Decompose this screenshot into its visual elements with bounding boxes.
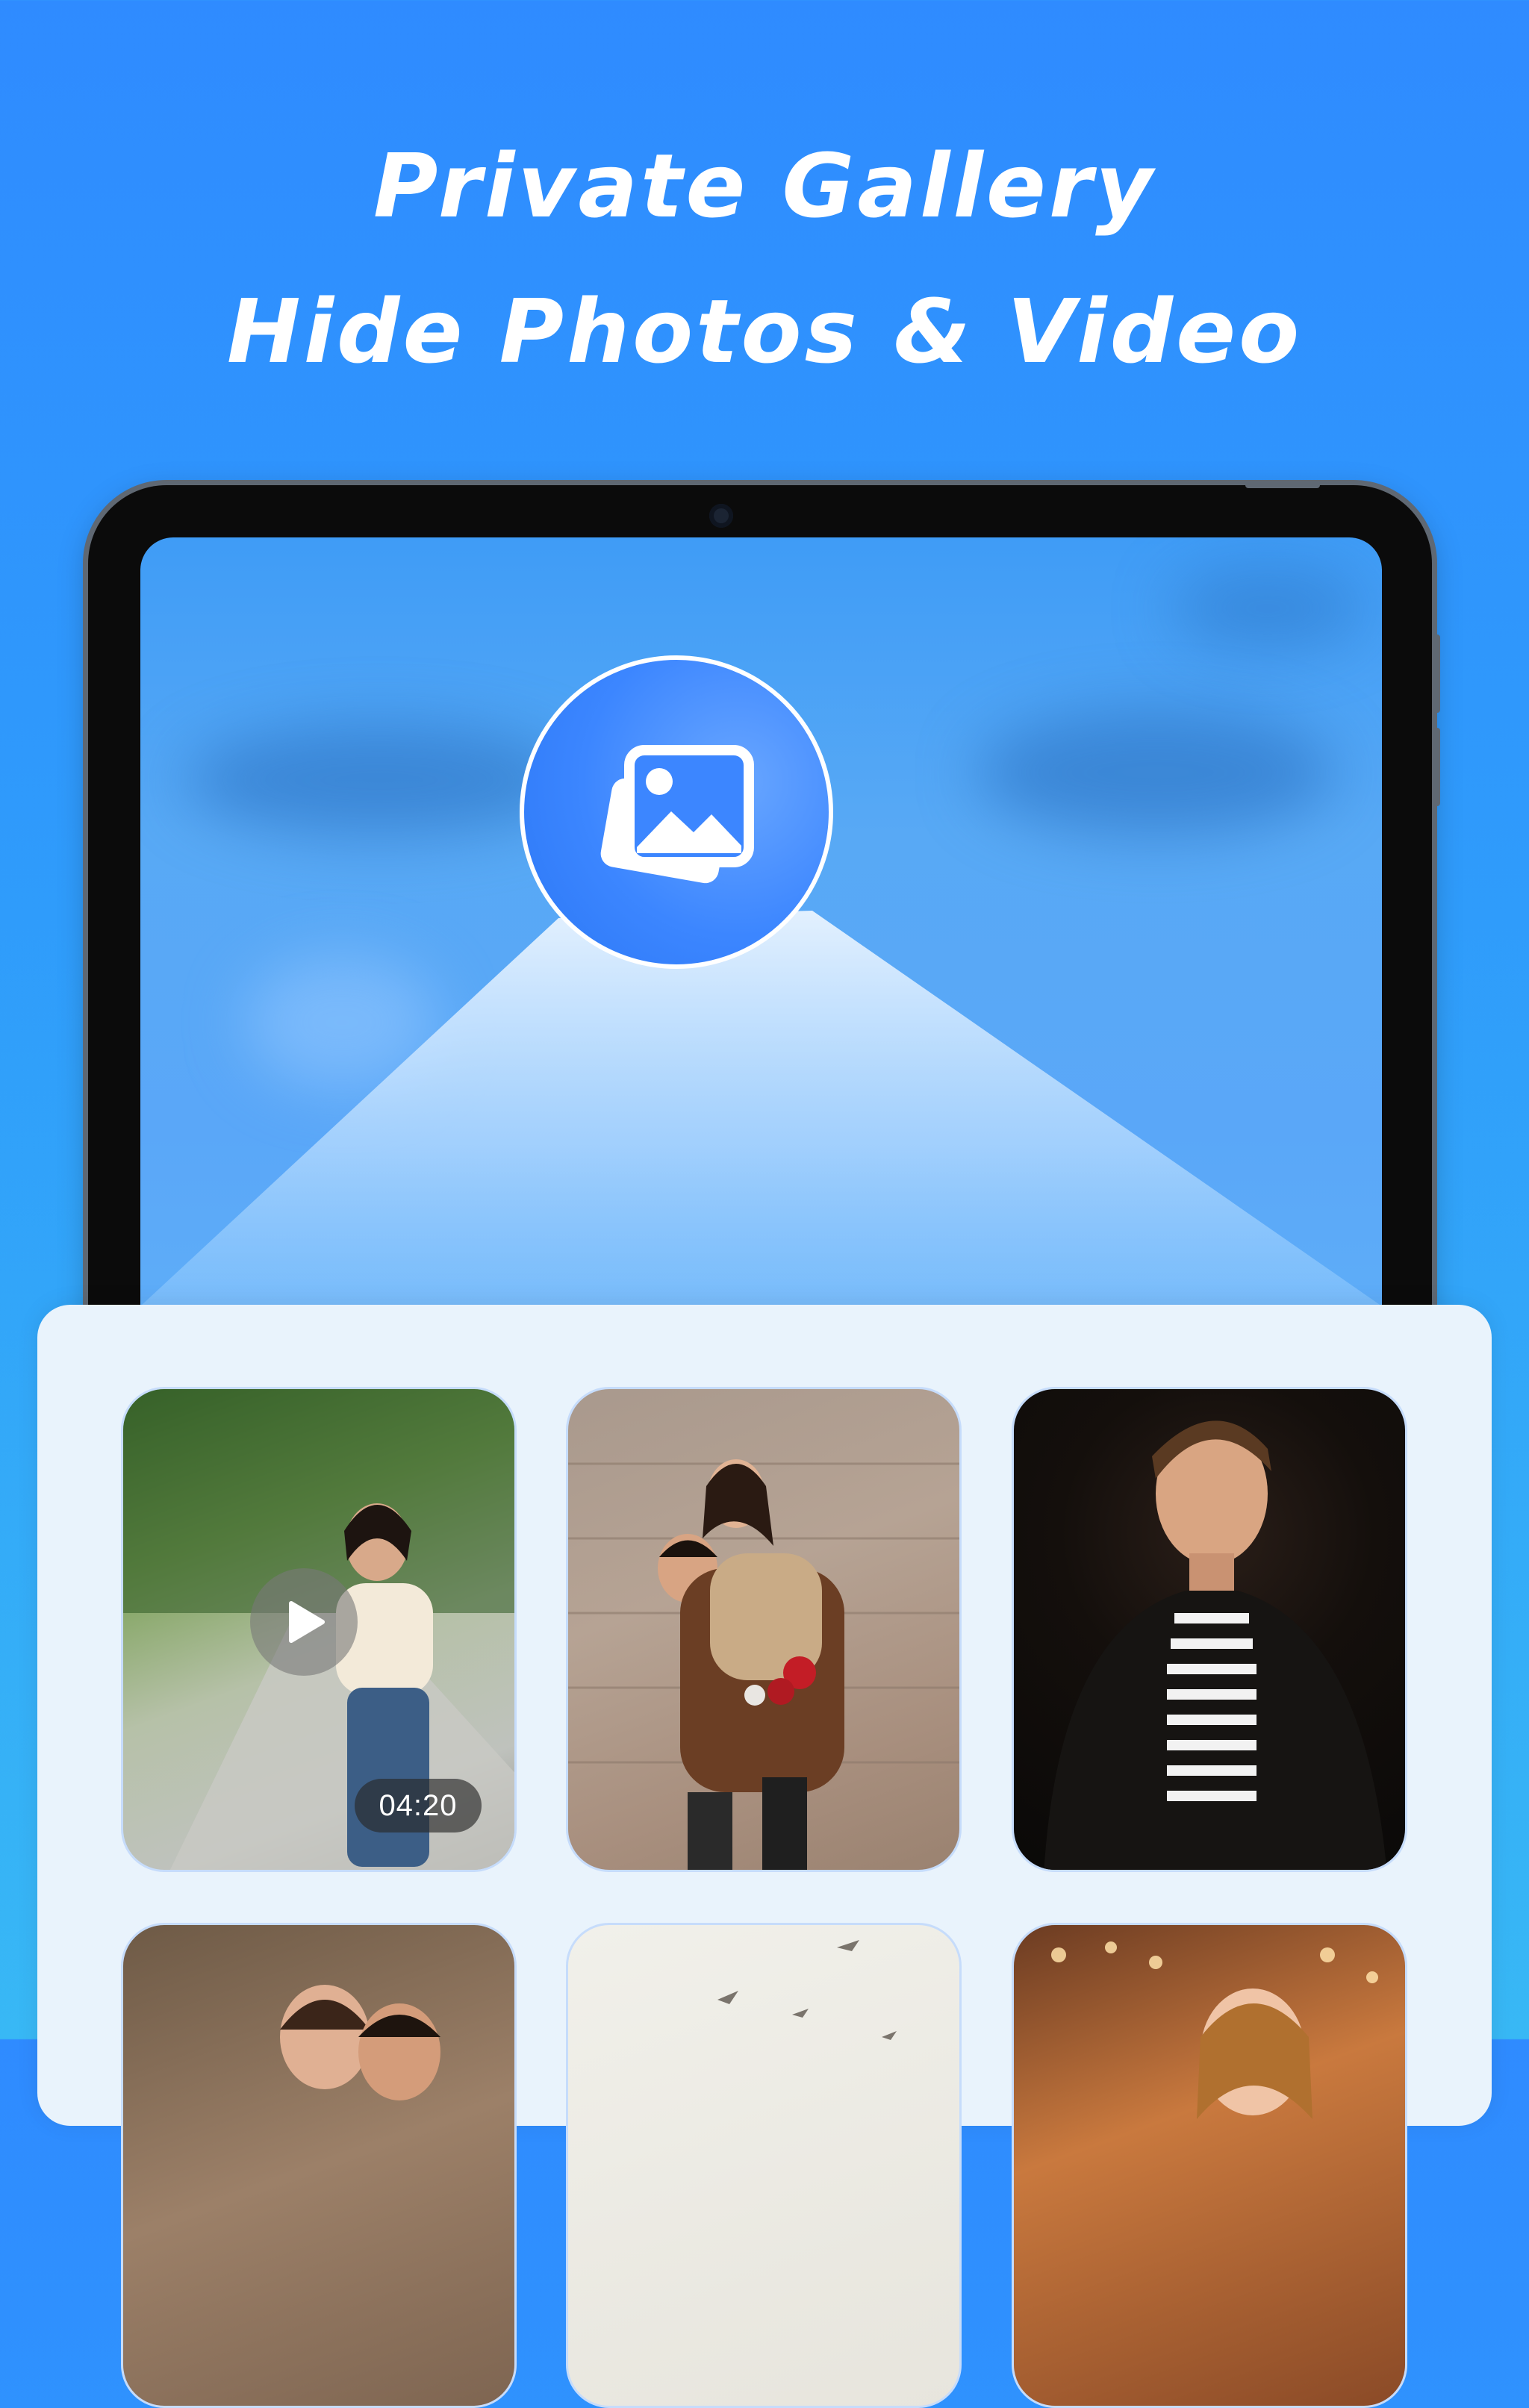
- tablet-power-button: [1245, 481, 1320, 488]
- gallery-item-photo[interactable]: [121, 1923, 517, 2408]
- gallery-item-photo[interactable]: [566, 1923, 962, 2408]
- photo-gallery-icon: [600, 745, 754, 884]
- headline-title: Private Gallery: [373, 134, 1156, 237]
- play-icon: [289, 1601, 325, 1643]
- tablet-volume-down-button: [1433, 728, 1440, 806]
- gallery-panel: 04:20: [37, 1305, 1492, 2408]
- headline-subtitle: Hide Photos & Video: [226, 280, 1303, 383]
- gallery-item-photo[interactable]: [1012, 1387, 1407, 1872]
- app-logo[interactable]: [520, 655, 833, 969]
- video-duration-badge: 04:20: [355, 1779, 482, 1832]
- play-button[interactable]: [250, 1568, 358, 1676]
- gallery-item-video[interactable]: 04:20: [121, 1387, 517, 1872]
- tablet-camera: [709, 504, 733, 528]
- gallery-item-photo[interactable]: [1012, 1923, 1407, 2408]
- tablet-volume-up-button: [1433, 634, 1440, 713]
- gallery-item-photo[interactable]: [566, 1387, 962, 1872]
